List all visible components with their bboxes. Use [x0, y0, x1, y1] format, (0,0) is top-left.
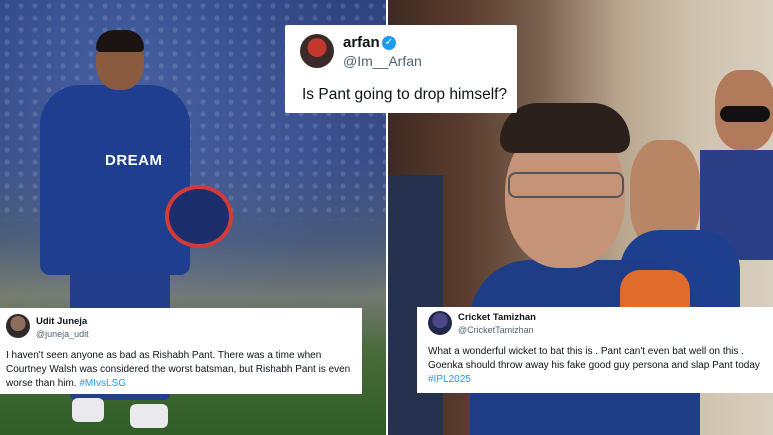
- spectator-left: [388, 175, 443, 435]
- tweet-author-handle[interactable]: @Im__Arfan: [343, 53, 422, 69]
- tweet-author-handle[interactable]: @juneja_udit: [36, 329, 89, 339]
- hashtag-link[interactable]: #IPL2025: [428, 374, 471, 385]
- tweet-text: Is Pant going to drop himself?: [302, 86, 508, 103]
- tweet-card-left[interactable]: Udit Juneja @juneja_udit I haven't seen …: [0, 308, 362, 394]
- main-spectator-hair: [500, 103, 630, 153]
- tweet-card-right[interactable]: Cricket Tamizhan @CricketTamizhan What a…: [417, 307, 773, 393]
- tweet-text: What a wonderful wicket to bat this is .…: [428, 345, 773, 387]
- tweet-text: I haven't seen anyone as bad as Rishabh …: [6, 349, 356, 391]
- tweet-author-name[interactable]: Cricket Tamizhan: [458, 312, 536, 323]
- tweet-author-handle[interactable]: @CricketTamizhan: [458, 325, 534, 335]
- player-shoe: [130, 404, 168, 428]
- avatar[interactable]: [428, 311, 452, 335]
- player-jersey: [40, 85, 190, 275]
- avatar[interactable]: [300, 34, 334, 68]
- jersey-sponsor-text: DREAM: [105, 152, 163, 169]
- eyeglasses: [508, 172, 624, 198]
- sunglasses: [720, 106, 770, 122]
- tweet-author-name[interactable]: Udit Juneja: [36, 316, 87, 327]
- tweet-author-name[interactable]: arfan: [343, 34, 380, 51]
- tweet-card-top[interactable]: arfan ✓ @Im__Arfan Is Pant going to drop…: [285, 25, 517, 113]
- helmet: [165, 185, 233, 248]
- hashtag-link[interactable]: #MIvsLSG: [79, 378, 126, 389]
- tweet-text-content: What a wonderful wicket to bat this is .…: [428, 346, 760, 371]
- avatar[interactable]: [6, 314, 30, 338]
- player-hair: [96, 30, 144, 52]
- tweet-text-content: I haven't seen anyone as bad as Rishabh …: [6, 350, 351, 389]
- player-shoe: [72, 398, 104, 422]
- verified-badge-icon: ✓: [382, 36, 396, 50]
